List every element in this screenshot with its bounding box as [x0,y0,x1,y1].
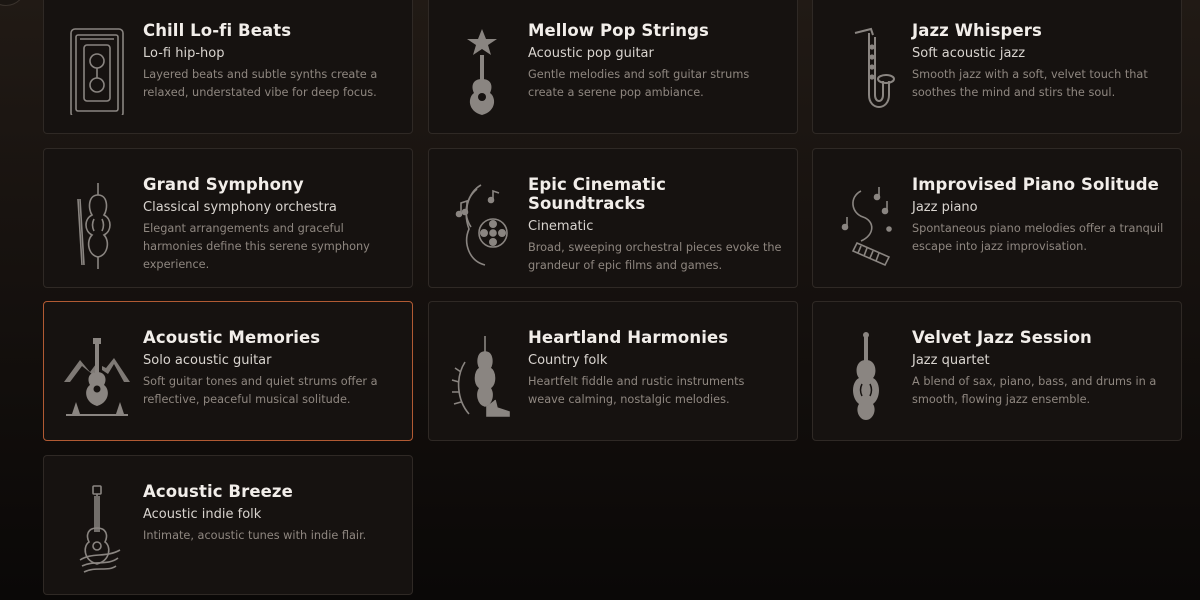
piano-notes-icon [831,169,901,269]
card-description: Spontaneous piano melodies offer a tranq… [912,222,1164,253]
style-card-chill-lofi-beats[interactable]: Chill Lo-fi Beats Lo-fi hip-hop Layered … [43,0,413,134]
fiddle-boot-icon [447,322,517,422]
card-title: Jazz Whispers [912,21,1042,40]
card-title: Heartland Harmonies [528,328,729,347]
style-card-improvised-piano-solitude[interactable]: Improvised Piano Solitude Jazz piano Spo… [812,148,1182,288]
card-subtitle: Lo-fi hip-hop [143,46,225,61]
card-subtitle: Acoustic pop guitar [528,46,654,61]
card-description: Layered beats and subtle synths create a… [143,68,378,99]
style-card-grand-symphony[interactable]: Grand Symphony Classical symphony orches… [43,148,413,288]
card-title: Grand Symphony [143,175,304,194]
cassette-icon [62,15,132,115]
double-bass-icon [831,322,901,422]
style-card-mellow-pop-strings[interactable]: Mellow Pop Strings Acoustic pop guitar G… [428,0,798,134]
card-subtitle: Solo acoustic guitar [143,353,272,368]
card-subtitle: Acoustic indie folk [143,507,262,522]
film-reel-icon [447,169,517,269]
card-subtitle: Country folk [528,353,608,368]
card-subtitle: Jazz quartet [912,353,990,368]
card-subtitle: Soft acoustic jazz [912,46,1026,61]
card-title: Epic Cinematic Soundtracks [528,175,667,213]
card-title: Mellow Pop Strings [528,21,709,40]
card-description: Elegant arrangements and graceful harmon… [143,222,370,271]
style-card-acoustic-memories[interactable]: Acoustic Memories Solo acoustic guitar S… [43,301,413,441]
ribbon-guitar-icon [62,476,132,576]
style-card-epic-cinematic-soundtracks[interactable]: Epic Cinematic Soundtracks Cinematic Bro… [428,148,798,288]
style-card-jazz-whispers[interactable]: Jazz Whispers Soft acoustic jazz Smooth … [812,0,1182,134]
card-description: Smooth jazz with a soft, velvet touch th… [912,68,1148,99]
card-description: Intimate, acoustic tunes with indie flai… [143,529,367,542]
card-description: Soft guitar tones and quiet strums offer… [143,375,378,406]
card-description: Broad, sweeping orchestral pieces evoke … [528,241,782,272]
style-card-velvet-jazz-session[interactable]: Velvet Jazz Session Jazz quartet A blend… [812,301,1182,441]
card-subtitle: Jazz piano [912,200,978,215]
style-card-acoustic-breeze[interactable]: Acoustic Breeze Acoustic indie folk Inti… [43,455,413,595]
style-card-heartland-harmonies[interactable]: Heartland Harmonies Country folk Heartfe… [428,301,798,441]
card-title: Acoustic Breeze [143,482,293,501]
saxophone-icon [831,15,901,115]
card-subtitle: Cinematic [528,219,594,234]
star-guitar-icon [447,15,517,115]
card-title: Velvet Jazz Session [912,328,1092,347]
card-title: Acoustic Memories [143,328,321,347]
mountain-guitar-icon [62,322,132,422]
violin-icon [62,169,132,269]
card-title: Improvised Piano Solitude [912,175,1159,194]
card-subtitle: Classical symphony orchestra [143,200,337,215]
card-description: Gentle melodies and soft guitar strums c… [528,68,750,99]
card-title: Chill Lo-fi Beats [143,21,292,40]
card-description: A blend of sax, piano, bass, and drums i… [912,375,1157,406]
back-button[interactable] [0,0,26,6]
card-description: Heartfelt fiddle and rustic instruments … [528,375,745,406]
